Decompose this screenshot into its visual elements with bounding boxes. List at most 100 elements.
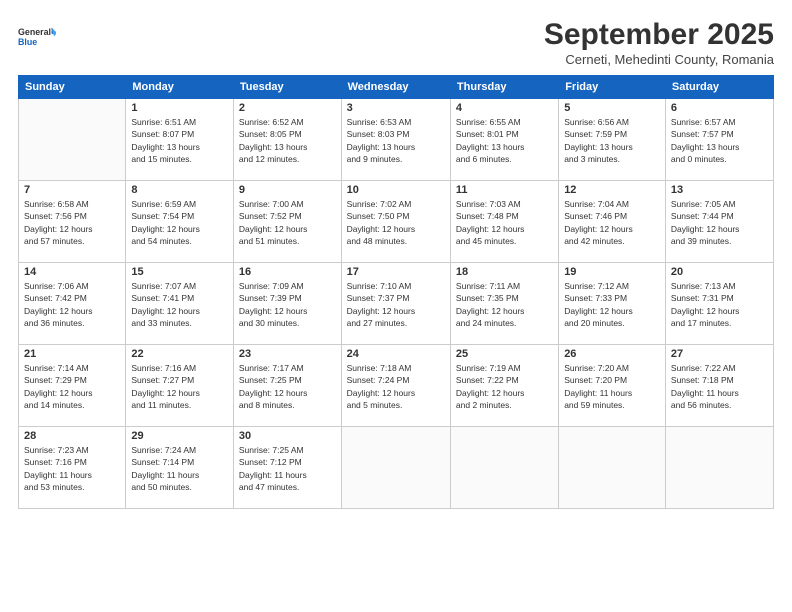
calendar-cell: 12Sunrise: 7:04 AM Sunset: 7:46 PM Dayli… (559, 181, 666, 263)
day-info: Sunrise: 7:10 AM Sunset: 7:37 PM Dayligh… (347, 280, 445, 329)
calendar-cell: 21Sunrise: 7:14 AM Sunset: 7:29 PM Dayli… (19, 345, 126, 427)
day-info: Sunrise: 6:51 AM Sunset: 8:07 PM Dayligh… (131, 116, 228, 165)
day-info: Sunrise: 7:13 AM Sunset: 7:31 PM Dayligh… (671, 280, 768, 329)
calendar-cell: 22 Sunrise: 7:16 AM Sunset: 7:27 PM Dayli… (126, 345, 234, 427)
day-number: 18 (456, 266, 553, 278)
day-number: 5 (564, 102, 660, 114)
day-info: Sunrise: 7:07 AM Sunset: 7:41 PM Dayligh… (131, 280, 228, 329)
calendar-cell (19, 99, 126, 181)
day-number: 7 (24, 184, 120, 196)
day-number: 10 (347, 184, 445, 196)
col-saturday: Saturday (665, 76, 773, 99)
day-number: 6 (671, 102, 768, 114)
location-subtitle: Cerneti, Mehedinti County, Romania (544, 52, 774, 67)
day-number: 29 (131, 430, 228, 442)
day-info: Sunrise: 7:19 AM Sunset: 7:22 PM Dayligh… (456, 362, 553, 411)
month-title: September 2025 (544, 18, 774, 52)
calendar-cell (450, 427, 558, 509)
day-number: 15 (131, 266, 228, 278)
day-number: 21 (24, 348, 120, 360)
day-info: Sunrise: 7:03 AM Sunset: 7:48 PM Dayligh… (456, 198, 553, 247)
calendar-cell: 14 Sunrise: 7:06 AM Sunset: 7:42 PM Dayli… (19, 263, 126, 345)
col-wednesday: Wednesday (341, 76, 450, 99)
day-number: 11 (456, 184, 553, 196)
day-number: 14 (24, 266, 120, 278)
calendar-cell: 25 Sunrise: 7:19 AM Sunset: 7:22 PM Dayli… (450, 345, 558, 427)
day-number: 12 (564, 184, 660, 196)
day-number: 4 (456, 102, 553, 114)
logo-svg: General Blue (18, 18, 56, 56)
day-info: Sunrise: 6:57 AM Sunset: 7:57 PM Dayligh… (671, 116, 768, 165)
calendar-cell: 16Sunrise: 7:09 AM Sunset: 7:39 PM Dayli… (233, 263, 341, 345)
calendar-cell (559, 427, 666, 509)
day-info: Sunrise: 7:06 AM Sunset: 7:42 PM Dayligh… (24, 280, 120, 329)
day-number: 28 (24, 430, 120, 442)
calendar-cell: 28Sunrise: 7:23 AM Sunset: 7:16 PM Dayli… (19, 427, 126, 509)
day-info: Sunrise: 7:05 AM Sunset: 7:44 PM Dayligh… (671, 198, 768, 247)
col-friday: Friday (559, 76, 666, 99)
day-info: Sunrise: 7:25 AM Sunset: 7:12 PM Dayligh… (239, 444, 336, 493)
calendar-cell: 15 Sunrise: 7:07 AM Sunset: 7:41 PM Dayli… (126, 263, 234, 345)
page: General Blue September 2025 Cerneti, Meh… (0, 0, 792, 612)
day-info: Sunrise: 7:22 AM Sunset: 7:18 PM Dayligh… (671, 362, 768, 411)
calendar-cell: 26 Sunrise: 7:20 AM Sunset: 7:20 PM Dayli… (559, 345, 666, 427)
col-monday: Monday (126, 76, 234, 99)
calendar-cell: 7Sunrise: 6:58 AM Sunset: 7:56 PM Daylig… (19, 181, 126, 263)
calendar-cell: 6 Sunrise: 6:57 AM Sunset: 7:57 PM Daylig… (665, 99, 773, 181)
calendar-week-row: 1Sunrise: 6:51 AM Sunset: 8:07 PM Daylig… (19, 99, 774, 181)
calendar-table: Sunday Monday Tuesday Wednesday Thursday… (18, 75, 774, 509)
calendar-cell: 4 Sunrise: 6:55 AM Sunset: 8:01 PM Daylig… (450, 99, 558, 181)
day-info: Sunrise: 7:12 AM Sunset: 7:33 PM Dayligh… (564, 280, 660, 329)
calendar-cell: 8Sunrise: 6:59 AM Sunset: 7:54 PM Daylig… (126, 181, 234, 263)
day-number: 23 (239, 348, 336, 360)
day-number: 30 (239, 430, 336, 442)
day-info: Sunrise: 7:11 AM Sunset: 7:35 PM Dayligh… (456, 280, 553, 329)
calendar-cell: 30 Sunrise: 7:25 AM Sunset: 7:12 PM Dayli… (233, 427, 341, 509)
day-info: Sunrise: 7:02 AM Sunset: 7:50 PM Dayligh… (347, 198, 445, 247)
calendar-cell: 29 Sunrise: 7:24 AM Sunset: 7:14 PM Dayli… (126, 427, 234, 509)
day-number: 13 (671, 184, 768, 196)
day-info: Sunrise: 6:53 AM Sunset: 8:03 PM Dayligh… (347, 116, 445, 165)
day-number: 26 (564, 348, 660, 360)
day-info: Sunrise: 6:56 AM Sunset: 7:59 PM Dayligh… (564, 116, 660, 165)
col-sunday: Sunday (19, 76, 126, 99)
calendar-cell: 11 Sunrise: 7:03 AM Sunset: 7:48 PM Dayli… (450, 181, 558, 263)
calendar-week-row: 28Sunrise: 7:23 AM Sunset: 7:16 PM Dayli… (19, 427, 774, 509)
calendar-cell: 5 Sunrise: 6:56 AM Sunset: 7:59 PM Daylig… (559, 99, 666, 181)
calendar-cell: 10 Sunrise: 7:02 AM Sunset: 7:50 PM Dayli… (341, 181, 450, 263)
calendar-cell: 3 Sunrise: 6:53 AM Sunset: 8:03 PM Daylig… (341, 99, 450, 181)
day-number: 19 (564, 266, 660, 278)
day-number: 8 (131, 184, 228, 196)
day-number: 17 (347, 266, 445, 278)
day-info: Sunrise: 7:00 AM Sunset: 7:52 PM Dayligh… (239, 198, 336, 247)
calendar-cell: 18 Sunrise: 7:11 AM Sunset: 7:35 PM Dayli… (450, 263, 558, 345)
day-info: Sunrise: 7:16 AM Sunset: 7:27 PM Dayligh… (131, 362, 228, 411)
day-info: Sunrise: 7:24 AM Sunset: 7:14 PM Dayligh… (131, 444, 228, 493)
day-number: 22 (131, 348, 228, 360)
day-number: 3 (347, 102, 445, 114)
calendar-cell: 17 Sunrise: 7:10 AM Sunset: 7:37 PM Dayli… (341, 263, 450, 345)
calendar-cell: 1Sunrise: 6:51 AM Sunset: 8:07 PM Daylig… (126, 99, 234, 181)
calendar-cell: 2Sunrise: 6:52 AM Sunset: 8:05 PM Daylig… (233, 99, 341, 181)
svg-text:Blue: Blue (18, 37, 37, 47)
day-number: 27 (671, 348, 768, 360)
header: General Blue September 2025 Cerneti, Meh… (18, 18, 774, 67)
day-number: 25 (456, 348, 553, 360)
calendar-cell: 27 Sunrise: 7:22 AM Sunset: 7:18 PM Dayli… (665, 345, 773, 427)
calendar-cell: 20 Sunrise: 7:13 AM Sunset: 7:31 PM Dayli… (665, 263, 773, 345)
calendar-cell (665, 427, 773, 509)
day-info: Sunrise: 6:55 AM Sunset: 8:01 PM Dayligh… (456, 116, 553, 165)
title-block: September 2025 Cerneti, Mehedinti County… (544, 18, 774, 67)
day-number: 24 (347, 348, 445, 360)
svg-text:General: General (18, 27, 51, 37)
col-tuesday: Tuesday (233, 76, 341, 99)
calendar-cell (341, 427, 450, 509)
calendar-cell: 23Sunrise: 7:17 AM Sunset: 7:25 PM Dayli… (233, 345, 341, 427)
calendar-cell: 24Sunrise: 7:18 AM Sunset: 7:24 PM Dayli… (341, 345, 450, 427)
day-number: 9 (239, 184, 336, 196)
day-info: Sunrise: 7:20 AM Sunset: 7:20 PM Dayligh… (564, 362, 660, 411)
logo: General Blue (18, 18, 56, 56)
day-number: 2 (239, 102, 336, 114)
day-info: Sunrise: 7:09 AM Sunset: 7:39 PM Dayligh… (239, 280, 336, 329)
day-number: 20 (671, 266, 768, 278)
